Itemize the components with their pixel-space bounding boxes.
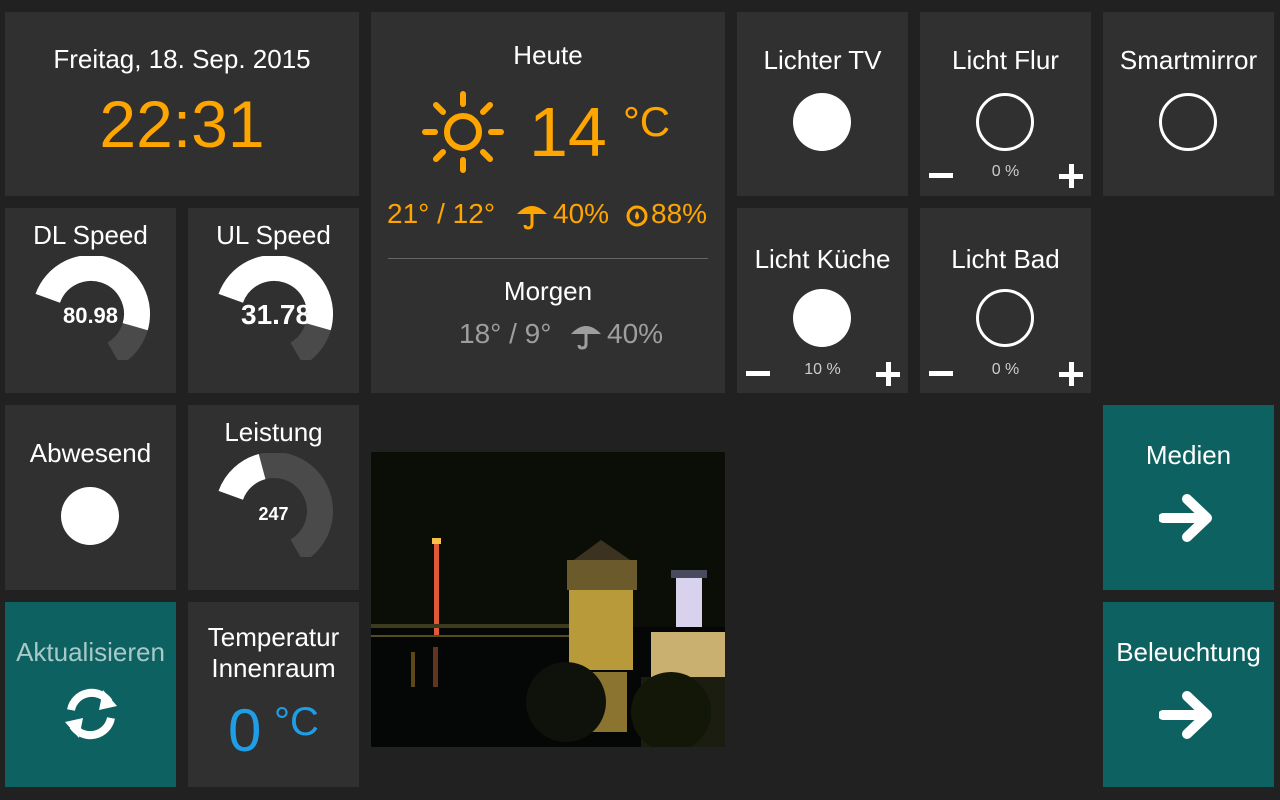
switch-label: Licht Küche — [754, 244, 891, 274]
webcam-image[interactable] — [371, 452, 725, 747]
weather-divider — [388, 258, 708, 259]
weather-unit: °C — [623, 98, 671, 145]
beleuchtung-label: Beleuchtung — [1116, 637, 1261, 667]
arrow-right-icon — [1159, 494, 1212, 542]
switch-label: Licht Flur — [952, 45, 1059, 75]
toggle-on-indicator[interactable] — [61, 487, 119, 545]
indoor-unit: °C — [274, 700, 319, 744]
switch-lichter-tv[interactable]: Lichter TV — [737, 12, 908, 196]
medien-label: Medien — [1145, 440, 1232, 470]
toggle-off-indicator[interactable] — [1159, 93, 1217, 151]
humidity-icon — [626, 205, 648, 227]
indoor-value: 0 — [228, 697, 262, 764]
indoor-label-1: Temperatur — [207, 622, 340, 652]
switch-smartmirror[interactable]: Smartmirror — [1103, 12, 1274, 196]
switch-licht-kueche[interactable]: Licht Küche 10 % — [737, 208, 908, 393]
time-text: 22:31 — [99, 87, 265, 161]
dim-up-button[interactable] — [876, 362, 900, 386]
weather-tomorrow-high-low: 18° / 9° — [459, 318, 552, 349]
gauge-label: UL Speed — [216, 220, 331, 250]
toggle-on-indicator[interactable] — [793, 93, 851, 151]
switch-label: Abwesend — [29, 438, 152, 468]
gauge-label: DL Speed — [33, 220, 148, 250]
refresh-label: Aktualisieren — [16, 637, 165, 667]
medien-button[interactable]: Medien — [1103, 405, 1274, 590]
umbrella-icon — [517, 206, 547, 230]
umbrella-icon — [571, 326, 601, 350]
toggle-on-indicator[interactable] — [793, 289, 851, 347]
arrow-right-icon — [1159, 691, 1212, 739]
switch-licht-bad[interactable]: Licht Bad 0 % — [920, 208, 1091, 393]
weather-tomorrow-label: Morgen — [503, 276, 593, 306]
gauge-fill — [218, 454, 267, 501]
weather-tomorrow-rain: 40% — [607, 318, 664, 349]
weather-high-low: 21° / 12° — [387, 198, 496, 229]
sun-icon — [422, 91, 504, 173]
clock-tile: Freitag, 18. Sep. 2015 22:31 — [5, 12, 359, 196]
indoor-label-2: Innenraum — [211, 653, 336, 683]
toggle-off-indicator[interactable] — [976, 93, 1034, 151]
switch-licht-flur[interactable]: Licht Flur 0 % — [920, 12, 1091, 196]
gauge-value: 247 — [258, 504, 289, 524]
weather-rain: 40% — [553, 198, 610, 229]
weather-temp: 14 — [529, 93, 607, 171]
gauge-label: Leistung — [224, 417, 323, 447]
indoor-temperature-tile: Temperatur Innenraum 0 °C — [188, 602, 359, 787]
weather-today-label: Heute — [513, 40, 583, 70]
beleuchtung-button[interactable]: Beleuchtung — [1103, 602, 1274, 787]
refresh-icon — [65, 688, 117, 740]
toggle-off-indicator[interactable] — [976, 289, 1034, 347]
gauge-dl-speed: DL Speed 80.98 — [5, 208, 176, 393]
gauge-value: 80.98 — [62, 303, 119, 328]
switch-label: Lichter TV — [763, 45, 882, 75]
gauge-ul-speed: UL Speed 31.78 — [188, 208, 359, 393]
weather-tile[interactable]: Heute 14 °C 21° / 12° 40% 88% Morgen 18°… — [371, 12, 725, 393]
switch-label: Smartmirror — [1119, 45, 1258, 75]
weather-humidity: 88% — [651, 198, 708, 229]
date-text: Freitag, 18. Sep. 2015 — [53, 44, 311, 74]
gauge-leistung: Leistung 247 — [188, 405, 359, 590]
switch-label: Licht Bad — [951, 244, 1060, 274]
refresh-button[interactable]: Aktualisieren — [5, 602, 176, 787]
dim-up-button[interactable] — [1059, 362, 1083, 386]
dim-up-button[interactable] — [1059, 164, 1083, 188]
switch-abwesend[interactable]: Abwesend — [5, 405, 176, 590]
webcam-scene — [371, 452, 725, 747]
gauge-value: 31.78 — [241, 299, 307, 330]
